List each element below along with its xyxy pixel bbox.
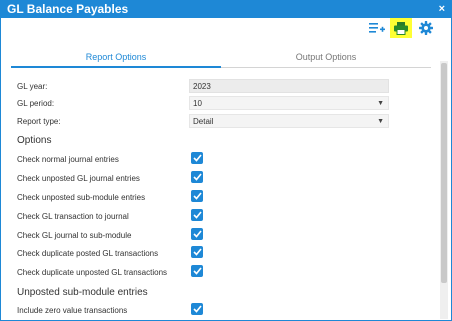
option-label: Check GL transaction to journal <box>17 212 129 221</box>
scrollbar-thumb[interactable] <box>441 63 447 283</box>
check-normal-journal-checkbox[interactable] <box>191 152 203 164</box>
check-duplicate-posted-checkbox[interactable] <box>191 246 203 258</box>
list-add-icon[interactable] <box>366 19 388 37</box>
close-icon[interactable]: × <box>439 2 445 16</box>
option-label: Check duplicate unposted GL transactions <box>17 268 168 277</box>
tab-bar: Report Options Output Options <box>11 46 431 68</box>
unposted-section-heading: Unposted sub-module entries <box>17 287 148 298</box>
option-label: Check unposted GL journal entries <box>17 174 140 183</box>
check-gl-transaction-to-journal-checkbox[interactable] <box>191 209 203 221</box>
check-gl-journal-to-submodule-checkbox[interactable] <box>191 228 203 240</box>
report-type-label: Report type: <box>17 117 61 126</box>
window-title: GL Balance Payables <box>7 2 129 16</box>
gear-icon[interactable] <box>415 19 437 37</box>
chevron-down-icon: ▼ <box>377 100 384 107</box>
option-label: Check duplicate posted GL transactions <box>17 249 159 258</box>
tab-output-options[interactable]: Output Options <box>221 46 431 68</box>
title-bar: GL Balance Payables × <box>1 1 451 18</box>
check-duplicate-unposted-checkbox[interactable] <box>191 265 203 277</box>
check-unposted-submodule-checkbox[interactable] <box>191 190 203 202</box>
option-label: Check normal journal entries <box>17 155 119 164</box>
option-label: Check GL journal to sub-module <box>17 231 132 240</box>
gl-balance-payables-dialog: GL Balance Payables × Report Options Out… <box>0 0 452 321</box>
print-icon[interactable] <box>390 18 412 38</box>
options-section-heading: Options <box>17 135 52 146</box>
gl-year-field: 2023 <box>189 79 389 93</box>
option-label: Include zero value transactions <box>17 306 128 315</box>
gl-period-value: 10 <box>193 99 202 108</box>
gl-period-label: GL period: <box>17 99 55 108</box>
tab-report-options[interactable]: Report Options <box>11 46 221 68</box>
report-type-select[interactable]: Detail ▼ <box>189 114 389 128</box>
gl-year-label: GL year: <box>17 82 48 91</box>
option-label: Check unposted sub-module entries <box>17 193 146 202</box>
check-unposted-gl-journal-checkbox[interactable] <box>191 171 203 183</box>
include-zero-value-checkbox[interactable] <box>191 303 203 315</box>
chevron-down-icon: ▼ <box>377 118 384 125</box>
gl-period-select[interactable]: 10 ▼ <box>189 96 389 110</box>
report-type-value: Detail <box>193 117 214 126</box>
gl-year-value: 2023 <box>193 82 211 91</box>
vertical-scrollbar[interactable] <box>440 61 448 319</box>
